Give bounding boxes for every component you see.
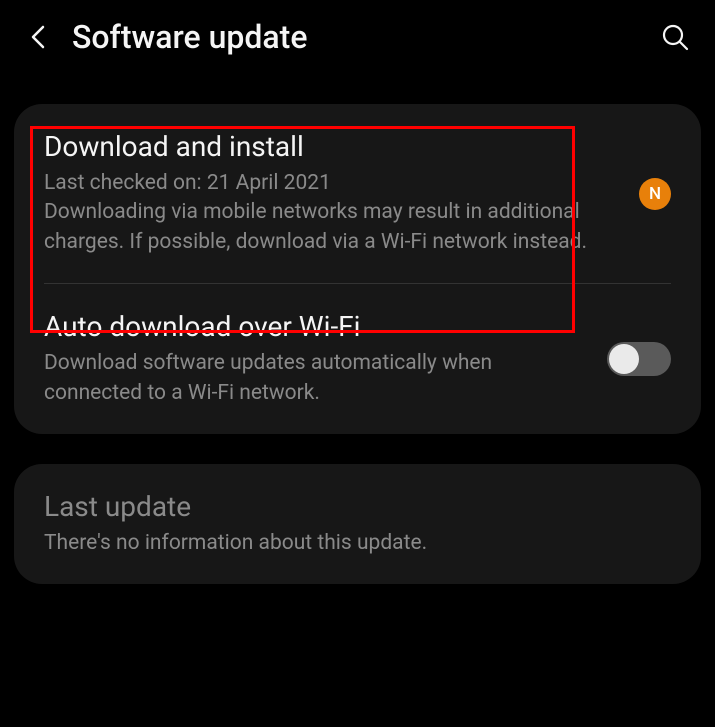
toggle-knob xyxy=(609,344,639,374)
settings-card-1: Download and install Last checked on: 21… xyxy=(14,104,701,434)
last-update-title: Last update xyxy=(44,490,671,523)
auto-download-item[interactable]: Auto download over Wi-Fi Download softwa… xyxy=(14,284,701,434)
auto-download-text: Auto download over Wi-Fi Download softwa… xyxy=(44,310,589,408)
search-icon xyxy=(661,23,689,51)
last-update-desc: There's no information about this update… xyxy=(44,529,671,558)
download-install-desc: Last checked on: 21 April 2021 Downloadi… xyxy=(44,169,621,257)
page-title: Software update xyxy=(72,18,639,56)
search-button[interactable] xyxy=(659,21,691,53)
settings-card-2: Last update There's no information about… xyxy=(14,464,701,584)
download-install-text: Download and install Last checked on: 21… xyxy=(44,130,621,257)
last-update-text: Last update There's no information about… xyxy=(44,490,671,558)
auto-download-title: Auto download over Wi-Fi xyxy=(44,310,589,343)
last-update-item[interactable]: Last update There's no information about… xyxy=(14,464,701,584)
download-install-title: Download and install xyxy=(44,130,621,163)
chevron-left-icon xyxy=(28,23,48,51)
header: Software update xyxy=(0,0,715,74)
back-button[interactable] xyxy=(24,23,52,51)
notification-badge: N xyxy=(639,178,671,210)
auto-download-toggle[interactable] xyxy=(607,342,671,376)
auto-download-desc: Download software updates automatically … xyxy=(44,349,589,408)
download-install-item[interactable]: Download and install Last checked on: 21… xyxy=(14,104,701,283)
